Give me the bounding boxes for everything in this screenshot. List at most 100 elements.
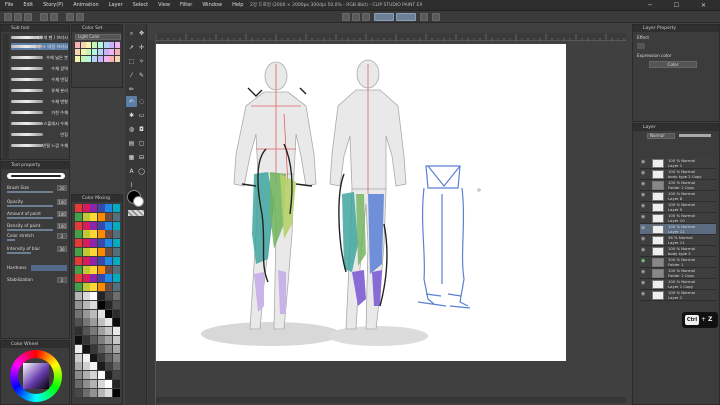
color-swatch[interactable]: [82, 292, 90, 300]
transform-icon[interactable]: [76, 13, 84, 21]
clear-icon[interactable]: [66, 13, 74, 21]
color-swatch[interactable]: [82, 327, 90, 336]
color-swatch[interactable]: [105, 221, 113, 230]
color-swatch[interactable]: [113, 344, 120, 353]
color-swatch[interactable]: [103, 42, 109, 48]
color-swatch[interactable]: [82, 256, 90, 265]
window-controls[interactable]: ─ ☐ ✕: [648, 0, 716, 11]
color-swatch[interactable]: [82, 221, 90, 230]
menu-window[interactable]: Window: [197, 0, 227, 11]
color-swatch[interactable]: [75, 221, 82, 230]
color-swatch[interactable]: [103, 56, 109, 62]
color-swatch[interactable]: [109, 56, 115, 62]
balloon-tool-icon[interactable]: ◯: [136, 166, 147, 177]
color-swatch[interactable]: [113, 265, 120, 274]
brush-item[interactable]: 수채 넓은 붓: [11, 54, 68, 61]
color-swatch[interactable]: [75, 292, 82, 300]
color-swatch[interactable]: [97, 204, 105, 212]
color-swatch[interactable]: [86, 56, 92, 62]
fill-tool-icon[interactable]: ◘: [136, 124, 147, 135]
color-swatch[interactable]: [114, 49, 120, 55]
auto-select-tool-icon[interactable]: ✧: [136, 56, 147, 67]
color-swatch[interactable]: [90, 283, 98, 292]
color-swatch[interactable]: [75, 344, 82, 353]
palette-swatch-grid[interactable]: [75, 204, 121, 402]
color-swatch[interactable]: [82, 283, 90, 292]
color-swatch[interactable]: [113, 292, 120, 300]
move-tool-icon[interactable]: ✥: [136, 28, 147, 39]
color-swatch[interactable]: [82, 336, 90, 344]
color-swatch[interactable]: [109, 42, 115, 48]
menu-story[interactable]: Story(P): [38, 0, 68, 11]
color-swatch[interactable]: [113, 221, 120, 230]
color-swatch[interactable]: [113, 336, 120, 344]
color-swatch[interactable]: [114, 42, 120, 48]
effect-border-icon[interactable]: [637, 43, 645, 49]
saturation-value-square[interactable]: [23, 363, 49, 389]
color-swatch[interactable]: [97, 336, 105, 344]
color-swatch[interactable]: [113, 204, 120, 212]
layer-move-tool-icon[interactable]: ✢: [136, 42, 147, 53]
snap-grid-icon[interactable]: [362, 13, 370, 21]
eraser-tool-icon[interactable]: ▭: [136, 110, 147, 121]
color-swatch[interactable]: [113, 212, 120, 221]
color-swatch[interactable]: [90, 309, 98, 318]
color-swatch[interactable]: [97, 221, 105, 230]
color-set-select[interactable]: Light Color: [75, 34, 121, 40]
color-swatch[interactable]: [82, 371, 90, 380]
color-swatch[interactable]: [82, 212, 90, 221]
grid-icon[interactable]: [432, 13, 440, 21]
color-swatch[interactable]: [113, 256, 120, 265]
color-swatch[interactable]: [113, 283, 120, 292]
menu-view[interactable]: View: [153, 0, 175, 11]
color-swatch[interactable]: [97, 274, 105, 283]
color-swatch[interactable]: [82, 274, 90, 283]
color-wheel[interactable]: [10, 350, 62, 402]
brush-item[interactable]: 수채 광역: [11, 65, 68, 72]
color-swatch[interactable]: [90, 221, 98, 230]
select-fill-icon[interactable]: [396, 13, 416, 21]
color-swatch[interactable]: [97, 292, 105, 300]
color-stretch-row[interactable]: Color stretch 2: [7, 232, 67, 241]
color-swatch[interactable]: [90, 300, 98, 309]
color-swatch[interactable]: [97, 380, 105, 388]
color-swatch[interactable]: [97, 265, 105, 274]
color-swatch[interactable]: [113, 239, 120, 248]
color-swatch[interactable]: [75, 353, 82, 362]
layer-row[interactable]: ◉ 100 % Normal Layer 1 Copy: [640, 279, 716, 290]
color-swatch[interactable]: [97, 327, 105, 336]
color-swatch[interactable]: [113, 388, 120, 397]
amount-of-paint-row[interactable]: Amount of paint 100: [7, 210, 67, 219]
color-swatch[interactable]: [75, 248, 82, 256]
pointer-icon[interactable]: [420, 13, 428, 21]
color-swatch[interactable]: [109, 49, 115, 55]
color-swatch[interactable]: [97, 56, 103, 62]
color-swatch[interactable]: [90, 212, 98, 221]
brush-item[interactable]: 연필 느낌 수채: [11, 142, 68, 149]
layer-row[interactable]: ◉ 100 % Normal body type 2: [640, 246, 716, 257]
layer-row[interactable]: ◉ 100 % Normal Layer 9: [640, 202, 716, 213]
color-swatch[interactable]: [82, 388, 90, 397]
menu-select[interactable]: Select: [128, 0, 153, 11]
layer-folder-row[interactable]: ◉ 100 % Normal Folder 1 Copy: [640, 268, 716, 279]
color-swatch[interactable]: [105, 318, 113, 327]
color-swatch[interactable]: [105, 371, 113, 380]
sub-tool-group-strip[interactable]: [3, 34, 9, 160]
color-swatch[interactable]: [105, 362, 113, 371]
color-swatch[interactable]: [97, 256, 105, 265]
color-swatch[interactable]: [90, 230, 98, 239]
brush-item[interactable]: 수채 변형: [11, 98, 68, 105]
color-swatch[interactable]: [97, 283, 105, 292]
color-swatch[interactable]: [90, 336, 98, 344]
color-swatch[interactable]: [75, 42, 80, 48]
layer-folder-row[interactable]: ◉ 100 % Normal Folder 1: [640, 257, 716, 268]
color-swatch[interactable]: [82, 380, 90, 388]
color-swatch[interactable]: [113, 318, 120, 327]
color-swatch[interactable]: [90, 204, 98, 212]
color-swatch[interactable]: [113, 230, 120, 239]
color-swatch[interactable]: [86, 49, 92, 55]
color-swatch[interactable]: [82, 239, 90, 248]
ruler-tool-icon[interactable]: ⊟: [136, 152, 147, 163]
color-swatch[interactable]: [113, 274, 120, 283]
new-file-icon[interactable]: [4, 13, 12, 21]
